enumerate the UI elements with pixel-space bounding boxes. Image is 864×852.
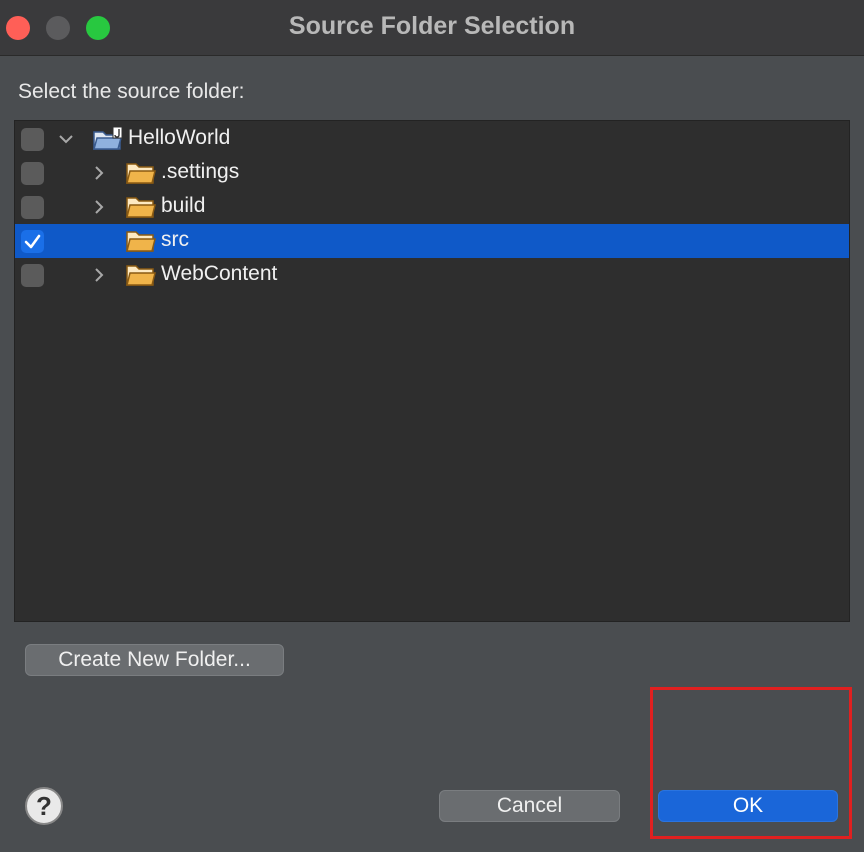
title-bar: Source Folder Selection xyxy=(0,0,864,56)
tree-label: HelloWorld xyxy=(128,126,231,149)
project-folder-icon xyxy=(93,127,123,150)
checkmark-icon xyxy=(24,234,41,249)
checkbox-webcontent[interactable] xyxy=(21,264,44,287)
cancel-button[interactable]: Cancel xyxy=(439,790,620,822)
tree-row-helloworld[interactable]: HelloWorld xyxy=(15,122,849,156)
tree-label: .settings xyxy=(161,160,240,183)
checkbox-src[interactable] xyxy=(21,230,44,253)
help-icon[interactable]: ? xyxy=(25,787,63,825)
window-title: Source Folder Selection xyxy=(288,12,576,40)
prompt-label: Select the source folder: xyxy=(18,80,245,103)
chevron-right-icon[interactable] xyxy=(90,164,108,182)
tree-row-build[interactable]: build xyxy=(15,190,849,224)
folder-tree[interactable]: HelloWorld .settings build src WebConten… xyxy=(14,120,850,622)
checkbox-settings[interactable] xyxy=(21,162,44,185)
tree-label: WebContent xyxy=(161,262,278,285)
create-new-folder-button[interactable]: Create New Folder... xyxy=(25,644,284,676)
tree-label: build xyxy=(161,194,206,217)
folder-icon xyxy=(126,265,156,286)
checkbox-helloworld[interactable] xyxy=(21,128,44,151)
folder-icon xyxy=(126,163,156,184)
checkbox-build[interactable] xyxy=(21,196,44,219)
tree-row-settings[interactable]: .settings xyxy=(15,156,849,190)
source-folder-selection-dialog: Source Folder Selection Select the sourc… xyxy=(0,0,864,852)
tree-row-src[interactable]: src xyxy=(15,224,849,258)
highlight-box xyxy=(650,687,852,839)
chevron-right-icon[interactable] xyxy=(90,198,108,216)
tree-row-webcontent[interactable]: WebContent xyxy=(15,258,849,292)
chevron-down-icon[interactable] xyxy=(57,130,75,148)
folder-icon xyxy=(126,231,156,252)
chevron-right-icon[interactable] xyxy=(90,266,108,284)
tree-label: src xyxy=(161,228,189,251)
folder-icon xyxy=(126,197,156,218)
